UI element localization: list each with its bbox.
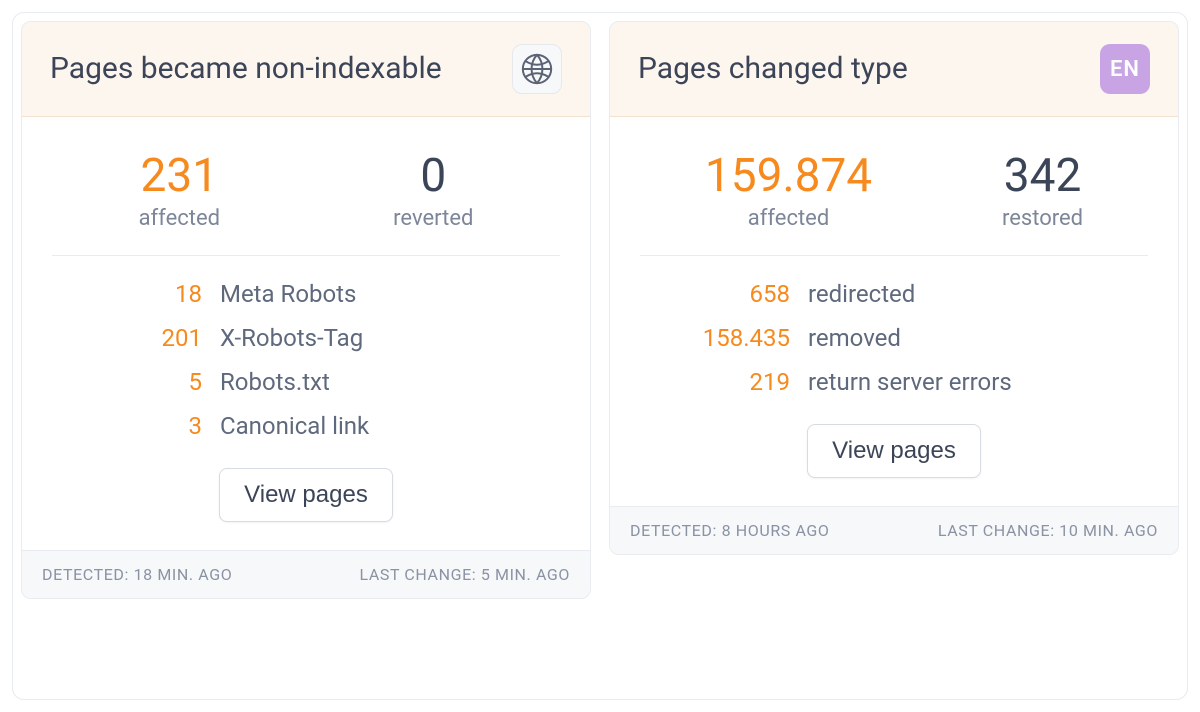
card-title: Pages became non-indexable — [50, 50, 442, 88]
cards-container: Pages became non-indexable 231 affected — [12, 12, 1188, 700]
language-badge: EN — [1100, 44, 1150, 94]
list-item: 3 Canonical link — [52, 412, 560, 440]
stat-value: 159.874 — [705, 151, 872, 202]
button-row: View pages — [52, 468, 560, 522]
stat-reverted: 0 reverted — [393, 151, 473, 231]
breakdown-count: 201 — [52, 324, 202, 352]
card-body: 159.874 affected 342 restored 658 redire… — [610, 117, 1178, 506]
breakdown-label: Robots.txt — [220, 368, 330, 396]
list-item: 5 Robots.txt — [52, 368, 560, 396]
stat-label: reverted — [393, 206, 473, 231]
breakdown-label: removed — [808, 324, 901, 352]
list-item: 219 return server errors — [640, 368, 1148, 396]
card-changed-type: Pages changed type EN 159.874 affected 3… — [609, 21, 1179, 555]
card-body: 231 affected 0 reverted 18 Meta Robots 2… — [22, 117, 590, 550]
stat-restored: 342 restored — [1002, 151, 1083, 231]
stat-value: 342 — [1002, 151, 1083, 202]
breakdown-count: 158.435 — [640, 324, 790, 352]
card-footer: Detected: 18 min. ago Last change: 5 min… — [22, 550, 590, 598]
stat-value: 231 — [139, 151, 220, 202]
stat-affected: 159.874 affected — [705, 151, 872, 231]
breakdown-list: 18 Meta Robots 201 X-Robots-Tag 5 Robots… — [52, 280, 560, 440]
button-row: View pages — [640, 424, 1148, 478]
stat-label: restored — [1002, 206, 1083, 231]
stats-row: 159.874 affected 342 restored — [640, 141, 1148, 255]
divider — [52, 255, 560, 256]
card-footer: Detected: 8 hours ago Last change: 10 mi… — [610, 506, 1178, 554]
breakdown-label: Meta Robots — [220, 280, 356, 308]
breakdown-label: X-Robots-Tag — [220, 324, 363, 352]
view-pages-button[interactable]: View pages — [219, 468, 393, 522]
breakdown-count: 18 — [52, 280, 202, 308]
footer-detected: Detected: 8 hours ago — [630, 521, 830, 540]
footer-detected: Detected: 18 min. ago — [42, 565, 232, 584]
list-item: 18 Meta Robots — [52, 280, 560, 308]
divider — [640, 255, 1148, 256]
stat-affected: 231 affected — [139, 151, 220, 231]
breakdown-label: redirected — [808, 280, 915, 308]
stat-value: 0 — [393, 151, 473, 202]
globe-icon — [512, 44, 562, 94]
breakdown-count: 3 — [52, 412, 202, 440]
view-pages-button[interactable]: View pages — [807, 424, 981, 478]
card-non-indexable: Pages became non-indexable 231 affected — [21, 21, 591, 599]
card-title: Pages changed type — [638, 50, 908, 88]
footer-last-change: Last change: 5 min. ago — [359, 565, 570, 584]
breakdown-list: 658 redirected 158.435 removed 219 retur… — [640, 280, 1148, 396]
list-item: 158.435 removed — [640, 324, 1148, 352]
breakdown-count: 219 — [640, 368, 790, 396]
stat-label: affected — [139, 206, 220, 231]
breakdown-count: 5 — [52, 368, 202, 396]
breakdown-label: return server errors — [808, 368, 1012, 396]
stats-row: 231 affected 0 reverted — [52, 141, 560, 255]
stat-label: affected — [705, 206, 872, 231]
list-item: 658 redirected — [640, 280, 1148, 308]
breakdown-label: Canonical link — [220, 412, 369, 440]
card-header: Pages changed type EN — [610, 22, 1178, 117]
card-header: Pages became non-indexable — [22, 22, 590, 117]
list-item: 201 X-Robots-Tag — [52, 324, 560, 352]
footer-last-change: Last change: 10 min. ago — [938, 521, 1158, 540]
breakdown-count: 658 — [640, 280, 790, 308]
